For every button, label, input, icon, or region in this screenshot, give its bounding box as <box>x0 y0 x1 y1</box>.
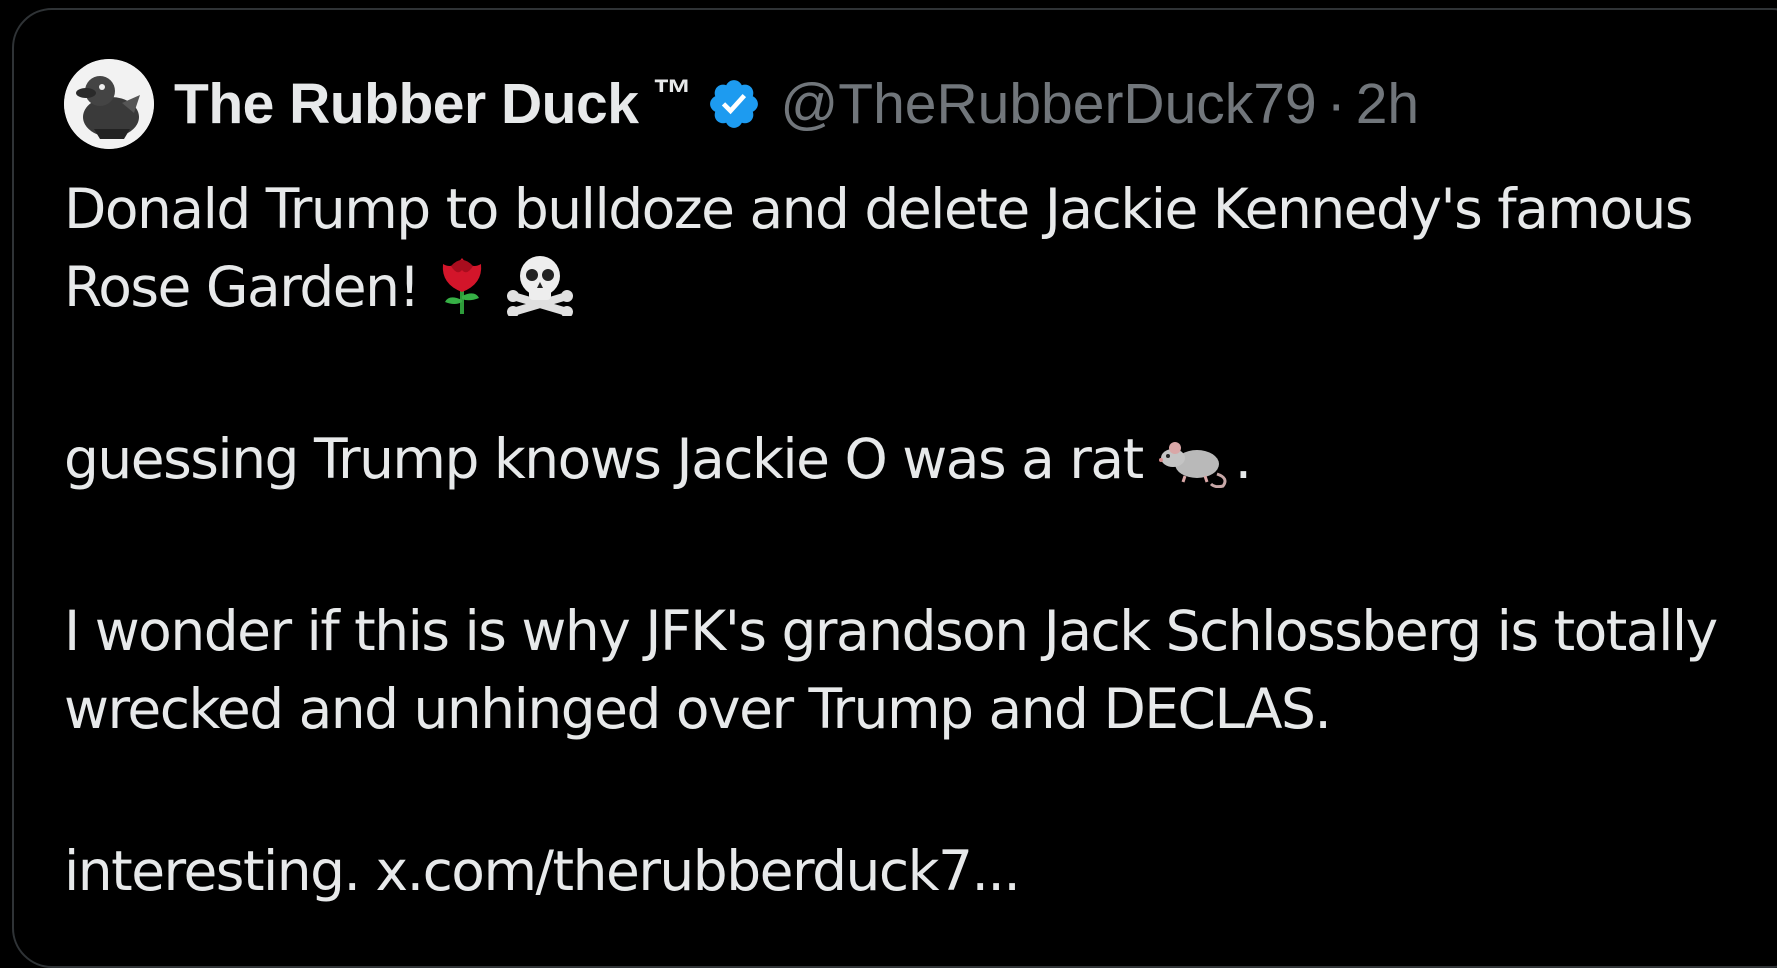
post-text: Donald Trump to bulldoze and delete Jack… <box>64 170 1744 910</box>
user-handle[interactable]: @TheRubberDuck79 <box>780 71 1316 137</box>
paragraph-2: guessing Trump knows Jackie O was a rat … <box>64 420 1744 508</box>
post-timestamp[interactable]: 2h <box>1356 71 1419 137</box>
display-name[interactable]: The Rubber Duck <box>174 71 639 137</box>
verified-badge-icon[interactable] <box>706 76 762 132</box>
paragraph-4: interesting. x.com/therubberduck7... <box>64 832 1744 910</box>
separator-dot: · <box>1326 72 1346 136</box>
skull-crossbones-emoji-icon <box>505 250 575 336</box>
paragraph-2-end: . <box>1234 427 1252 491</box>
avatar[interactable] <box>64 59 154 149</box>
rat-emoji-icon <box>1155 428 1235 508</box>
paragraph-1: Donald Trump to bulldoze and delete Jack… <box>64 170 1744 336</box>
paragraph-3: I wonder if this is why JFK's grandson J… <box>64 599 1718 741</box>
paragraph-2-text: guessing Trump knows Jackie O was a rat <box>64 427 1144 491</box>
rose-emoji-icon <box>431 250 493 336</box>
paragraph-1-text: Donald Trump to bulldoze and delete Jack… <box>64 177 1694 319</box>
trademark-symbol: ™ <box>652 71 693 116</box>
post-header: The Rubber Duck ™ @TheRubberDuck79 · 2h <box>64 58 1419 150</box>
post-link[interactable]: x.com/therubberduck7... <box>376 839 1021 903</box>
paragraph-4-text: interesting. <box>64 839 361 903</box>
